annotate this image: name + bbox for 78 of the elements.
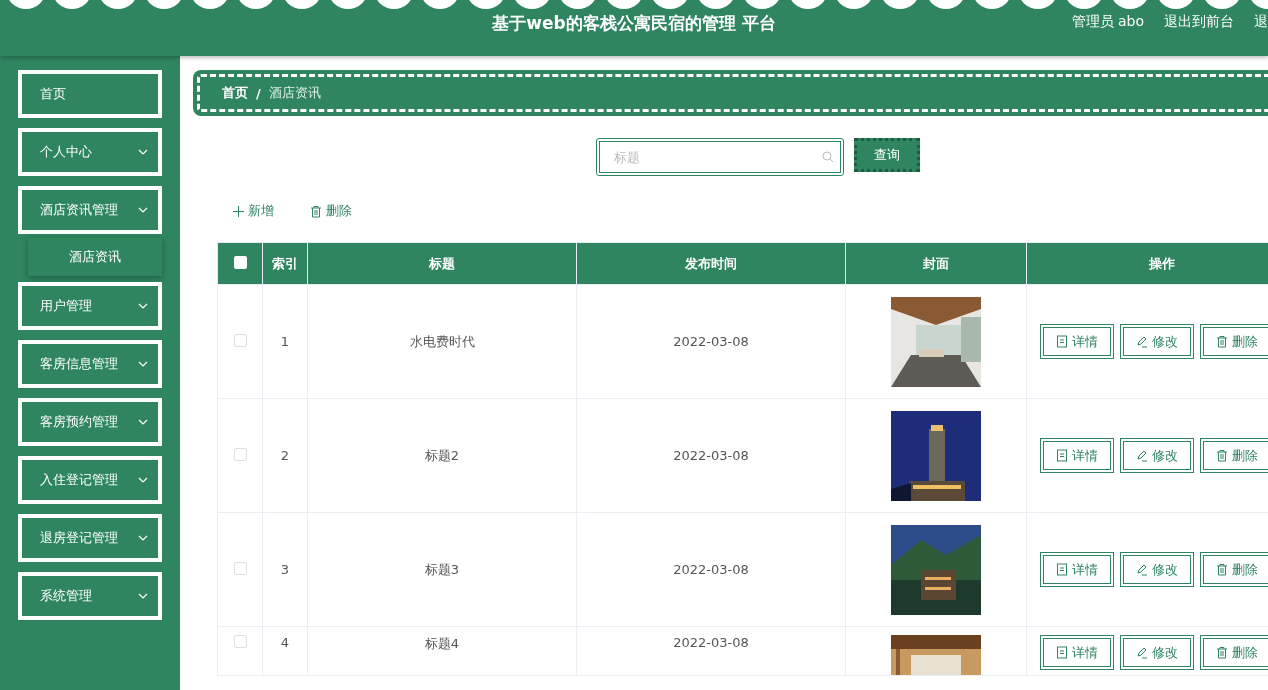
trash-icon <box>1216 449 1228 462</box>
chevron-down-icon <box>138 535 148 541</box>
table-cell: 标题2 <box>424 447 460 463</box>
table-cell: 水电费时代 <box>409 333 475 349</box>
document-icon <box>1056 563 1068 576</box>
menu-item[interactable]: 首页 <box>18 70 162 118</box>
menu-item[interactable]: 系统管理 <box>18 572 162 620</box>
search-icon <box>821 151 834 163</box>
chevron-down-icon <box>138 149 148 155</box>
edit-button[interactable]: 修改 <box>1120 438 1194 473</box>
add-button[interactable]: 新增 <box>233 202 274 220</box>
pencil-icon <box>1136 335 1148 348</box>
document-icon <box>1056 449 1068 462</box>
table-cell: 1 <box>280 334 290 349</box>
menu-item[interactable]: 客房信息管理 <box>18 340 162 388</box>
delete-button[interactable]: 删除 <box>1200 635 1268 670</box>
chevron-down-icon <box>138 361 148 367</box>
row-checkbox[interactable] <box>233 447 247 461</box>
document-icon <box>1056 335 1068 348</box>
delete-button[interactable]: 删除 <box>1200 552 1268 587</box>
plus-icon <box>233 205 244 217</box>
header-link[interactable]: 管理员 abo <box>1071 13 1144 31</box>
chevron-down-icon <box>138 477 148 483</box>
breadcrumb-item[interactable]: 首页 <box>222 84 248 102</box>
menu-item[interactable]: 用户管理 <box>18 282 162 330</box>
search-field[interactable]: 标题 <box>595 138 844 176</box>
table-cell: 3 <box>280 562 290 577</box>
column-header: 发布时间 <box>576 242 846 285</box>
header-link[interactable]: 退 <box>1254 13 1268 31</box>
delete-button[interactable]: 删除 <box>1200 324 1268 359</box>
trash-icon <box>1216 646 1228 659</box>
row-checkbox[interactable] <box>233 561 247 575</box>
table-cell: 2022-03-08 <box>673 448 749 463</box>
trash-icon <box>310 204 322 218</box>
table-cell: 2022-03-08 <box>673 635 749 650</box>
trash-icon <box>1216 335 1228 348</box>
menu-item[interactable]: 个人中心 <box>18 128 162 176</box>
details-button[interactable]: 详情 <box>1040 552 1114 587</box>
table-cell: 2022-03-08 <box>673 562 749 577</box>
table-cell: 2 <box>280 448 290 463</box>
table-cell: 标题4 <box>424 636 460 651</box>
submenu-item[interactable]: 酒店资讯 <box>28 238 162 276</box>
trash-icon <box>1216 563 1228 576</box>
document-icon <box>1056 646 1068 659</box>
chevron-down-icon <box>138 593 148 599</box>
select-all-checkbox[interactable] <box>233 255 247 269</box>
menu-item[interactable]: 客房预约管理 <box>18 398 162 446</box>
edit-button[interactable]: 修改 <box>1120 552 1194 587</box>
chevron-down-icon <box>138 207 148 213</box>
details-button[interactable]: 详情 <box>1040 635 1114 670</box>
edit-button[interactable]: 修改 <box>1120 324 1194 359</box>
table-cell: 标题3 <box>424 561 460 577</box>
table-cell: 2022-03-08 <box>673 334 749 349</box>
app-title: 基于web的客栈公寓民宿的管理 平台 <box>492 12 776 35</box>
query-button[interactable]: 查询 <box>853 138 920 172</box>
menu-item[interactable]: 退房登记管理 <box>18 514 162 562</box>
column-header: 索引 <box>262 242 308 285</box>
delete-button[interactable]: 删除 <box>310 202 352 220</box>
column-header: 封面 <box>845 242 1027 285</box>
breadcrumb-separator: / <box>256 85 261 101</box>
delete-button[interactable]: 删除 <box>1200 438 1268 473</box>
edit-button[interactable]: 修改 <box>1120 635 1194 670</box>
column-header: 操作 <box>1026 242 1268 285</box>
chevron-down-icon <box>138 419 148 425</box>
row-checkbox[interactable] <box>233 635 247 648</box>
table-cell: 4 <box>280 635 290 650</box>
pencil-icon <box>1136 646 1148 659</box>
chevron-down-icon <box>138 303 148 309</box>
details-button[interactable]: 详情 <box>1040 438 1114 473</box>
breadcrumb-item[interactable]: 酒店资讯 <box>268 84 321 102</box>
details-button[interactable]: 详情 <box>1040 324 1114 359</box>
header-link[interactable]: 退出到前台 <box>1164 13 1234 31</box>
menu-item[interactable]: 酒店资讯管理 <box>18 186 162 234</box>
menu-item[interactable]: 入住登记管理 <box>18 456 162 504</box>
pencil-icon <box>1136 563 1148 576</box>
pencil-icon <box>1136 449 1148 462</box>
row-checkbox[interactable] <box>233 333 247 347</box>
column-header: 标题 <box>307 242 577 285</box>
